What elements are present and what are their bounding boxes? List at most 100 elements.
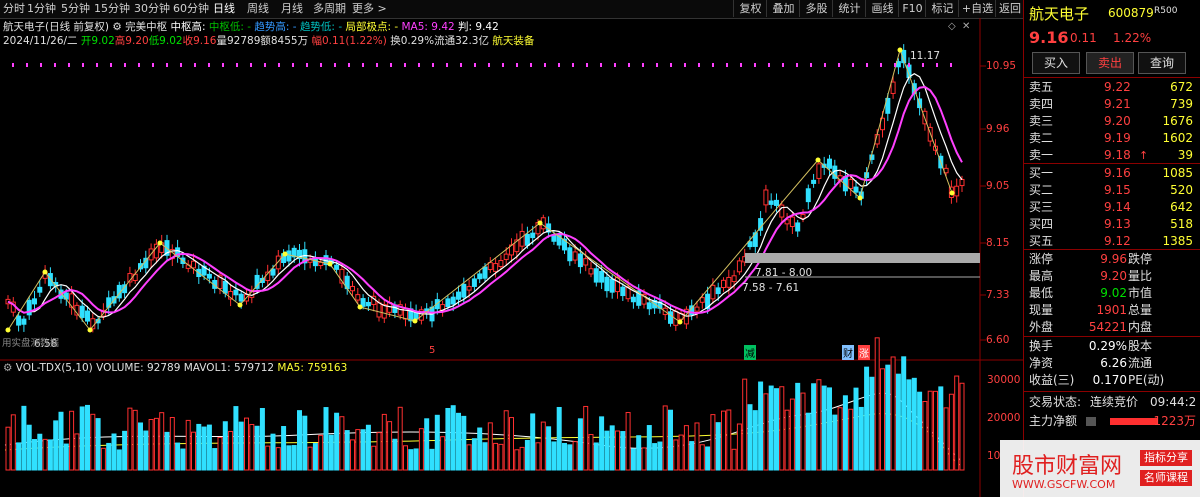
event-marker[interactable]: 涨: [858, 345, 870, 360]
period-tab-multi[interactable]: 多周期: [313, 1, 346, 17]
period-tab-15min[interactable]: 15分钟: [94, 1, 130, 17]
candle-body: [726, 276, 732, 288]
volume-bar: [779, 386, 785, 471]
event-marker[interactable]: 财: [842, 345, 854, 360]
volume-bar: [26, 424, 32, 471]
bid-volume: 1085: [1162, 166, 1193, 180]
volume-bar: [180, 448, 186, 471]
bid-row[interactable]: 买五 9.12 1385: [1024, 233, 1200, 250]
bid-price: 9.14: [1104, 200, 1131, 214]
volume-bar: [344, 430, 350, 471]
signal-tick: [404, 63, 406, 67]
period-tab-5min[interactable]: 5分钟: [61, 1, 90, 17]
stat-label: 最低: [1029, 286, 1054, 300]
signal-tick: [110, 63, 112, 67]
signal-tick: [250, 63, 252, 67]
period-tab-60min[interactable]: 60分钟: [173, 1, 209, 17]
volume-bar: [244, 417, 249, 471]
sell-button[interactable]: 卖出: [1086, 52, 1134, 74]
diamond-icon[interactable]: ◇: [948, 21, 956, 32]
volume-bar: [503, 410, 509, 471]
main-flow-label: 主力净额: [1029, 414, 1078, 428]
signal-tick: [852, 63, 854, 67]
stat-value: 9.96: [1100, 252, 1127, 266]
main-flow-row: 主力净额 1223万: [1024, 413, 1200, 430]
ask-price: 9.19: [1104, 131, 1131, 145]
volume-bar: [556, 406, 562, 471]
adjust-button[interactable]: 复权: [733, 0, 767, 17]
kline-chart-area[interactable]: 航天电子(日线 前复权) ⚙ 完美中枢 中枢高: 中枢低: - 趋势高: - 趋…: [0, 18, 1023, 497]
trade-status-row: 交易状态: 连续竞价 09:44:2: [1024, 394, 1200, 411]
candle-body: [848, 179, 854, 190]
volume-bar: [530, 413, 536, 471]
period-tab-fenshi[interactable]: 分时: [3, 1, 25, 17]
bid-row[interactable]: 买一 9.16 1085: [1024, 165, 1200, 182]
stat-value: 0.170: [1092, 373, 1127, 387]
volume-bar: [832, 414, 838, 471]
info-icon[interactable]: [1086, 417, 1096, 426]
gear-icon[interactable]: ⚙: [112, 21, 121, 33]
candle-body: [286, 250, 292, 262]
volume-bar: [959, 382, 965, 471]
volume-bar: [805, 412, 811, 471]
volume-bar: [842, 395, 848, 471]
stats-button[interactable]: 统计: [832, 0, 866, 17]
ask-row[interactable]: 卖一 9.18 ↑ 39: [1024, 147, 1200, 164]
signal-tick: [726, 63, 728, 67]
period-tab-more[interactable]: 更多 >: [352, 1, 387, 17]
period-tab-30min[interactable]: 30分钟: [134, 1, 170, 17]
volume-bar: [275, 447, 281, 471]
candle-body: [630, 296, 636, 303]
multi-stock-button[interactable]: 多股: [799, 0, 833, 17]
candle-body: [731, 275, 737, 283]
bid-row[interactable]: 买二 9.15 520: [1024, 182, 1200, 199]
mark-button[interactable]: 标记: [925, 0, 959, 17]
chart-header-line1: 航天电子(日线 前复权) ⚙ 完美中枢 中枢高: 中枢低: - 趋势高: - 趋…: [3, 19, 499, 34]
volume-bar: [742, 378, 748, 471]
bid-volume: 642: [1170, 200, 1193, 214]
draw-line-button[interactable]: 画线: [865, 0, 899, 17]
bid-price: 9.12: [1104, 234, 1131, 248]
volume-bar: [138, 422, 143, 471]
f10-button[interactable]: F10: [898, 0, 926, 17]
bid-price: 9.15: [1104, 183, 1131, 197]
volume-bar: [747, 404, 753, 471]
volume-bar: [593, 442, 599, 471]
gear-icon[interactable]: ⚙: [3, 362, 12, 374]
volume-bar: [943, 407, 949, 471]
quote-panel: 航天电子 600879 R500 9.16 0.11 1.22% 买入 卖出 查…: [1023, 0, 1200, 497]
add-watchlist-button[interactable]: +自选: [958, 0, 996, 17]
volume-bar: [79, 406, 85, 471]
bid-row[interactable]: 买三 9.14 642: [1024, 199, 1200, 216]
kline-chart-svg[interactable]: [0, 18, 1023, 497]
ma5-value: MA5: 9.42: [401, 21, 455, 33]
signal-tick: [26, 63, 28, 67]
signal-tick: [334, 63, 336, 67]
buy-button[interactable]: 买入: [1032, 52, 1080, 74]
ask-row[interactable]: 卖二 9.19 1602: [1024, 130, 1200, 147]
event-marker[interactable]: 5: [429, 345, 435, 356]
back-button[interactable]: 返回: [995, 0, 1024, 17]
period-tab-daily[interactable]: 日线: [213, 1, 235, 17]
candle-body: [694, 306, 700, 312]
volume-bar: [890, 356, 896, 471]
candle-body: [646, 302, 652, 310]
period-tab-1min[interactable]: 1分钟: [27, 1, 56, 17]
query-button[interactable]: 查询: [1138, 52, 1186, 74]
bid-row[interactable]: 买四 9.13 518: [1024, 216, 1200, 233]
period-tab-weekly[interactable]: 周线: [247, 1, 269, 17]
ask-row[interactable]: 卖三 9.20 1676: [1024, 113, 1200, 130]
event-marker[interactable]: 减: [744, 345, 756, 360]
overlay-button[interactable]: 叠加: [766, 0, 800, 17]
close-icon[interactable]: ✕: [962, 21, 970, 32]
period-tab-monthly[interactable]: 月线: [281, 1, 303, 17]
volume-bar: [95, 418, 101, 471]
volume-bar: [429, 448, 435, 471]
ask-row[interactable]: 卖五 9.22 672: [1024, 79, 1200, 96]
candle-body: [827, 158, 832, 169]
stat-row: 最低 9.02 市值: [1024, 285, 1200, 302]
volume-bar: [562, 442, 567, 471]
ask-row[interactable]: 卖四 9.21 739: [1024, 96, 1200, 113]
candle-body: [789, 216, 795, 228]
volume-bar: [297, 410, 302, 471]
